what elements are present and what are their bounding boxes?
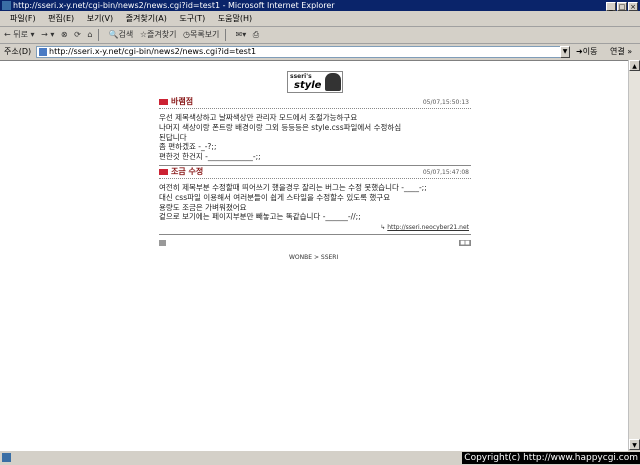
toolbar-separator bbox=[98, 28, 100, 41]
search-button[interactable]: 🔍검색 bbox=[109, 27, 134, 43]
print-icon[interactable]: ⎙ bbox=[253, 27, 259, 43]
name-tag-icon bbox=[159, 169, 168, 175]
credit-text: WONBE > SSERI bbox=[289, 254, 339, 261]
status-page-icon bbox=[2, 453, 11, 462]
logo-face-icon bbox=[325, 73, 341, 91]
window-title: http://sseri.x-y.net/cgi-bin/news2/news.… bbox=[13, 1, 335, 10]
menu-favorites[interactable]: 즐겨찾기(A) bbox=[126, 14, 167, 23]
scroll-up-icon[interactable]: ▲ bbox=[629, 60, 640, 71]
window-title-bar[interactable]: http://sseri.x-y.net/cgi-bin/news2/news.… bbox=[0, 0, 640, 11]
maximize-button[interactable]: □ bbox=[617, 2, 627, 11]
post-item: 바램점 05/07,15:50:13 우선 제목색상하고 날짜색상만 관리자 모… bbox=[159, 97, 471, 162]
post-date: 05/07,15:47:08 bbox=[422, 169, 469, 176]
name-tag-icon bbox=[159, 99, 168, 105]
address-bar: 주소(D) http://sseri.x-y.net/cgi-bin/news2… bbox=[0, 44, 640, 60]
refresh-icon[interactable]: ⟳ bbox=[74, 27, 81, 43]
page-icon bbox=[39, 48, 47, 56]
links-button[interactable]: 연결 » bbox=[610, 44, 632, 60]
post-author: 바램점 bbox=[171, 97, 194, 106]
menu-edit[interactable]: 편집(E) bbox=[48, 14, 74, 23]
link-icon: ↳ bbox=[380, 224, 386, 231]
address-url: http://sseri.x-y.net/cgi-bin/news2/news.… bbox=[49, 47, 257, 56]
menu-file[interactable]: 파일(F) bbox=[10, 14, 36, 23]
post-divider bbox=[159, 234, 471, 235]
page-viewport: sseri's style 바램점 05/07,15:50:13 우선 제목색상… bbox=[0, 60, 628, 451]
search-icon: 🔍 bbox=[108, 30, 119, 39]
go-button[interactable]: ➜이동 bbox=[576, 44, 597, 60]
address-dropdown-icon[interactable]: ▼ bbox=[560, 46, 570, 58]
close-button[interactable]: × bbox=[628, 2, 638, 11]
go-arrow-icon: ➜ bbox=[576, 47, 583, 56]
menu-bar: 파일(F) 편집(E) 보기(V) 즐겨찾기(A) 도구(T) 도움말(H) bbox=[0, 12, 640, 27]
vertical-scrollbar[interactable]: ▲ ▼ bbox=[628, 60, 640, 450]
post-header: 바램점 05/07,15:50:13 bbox=[159, 97, 471, 109]
footer-prev-icon[interactable] bbox=[159, 240, 166, 246]
toolbar-separator bbox=[224, 28, 226, 41]
mail-icon[interactable]: ✉▾ bbox=[236, 27, 247, 43]
forward-button[interactable]: → ▾ bbox=[41, 27, 54, 43]
history-icon: ◷ bbox=[182, 30, 190, 39]
address-input[interactable]: http://sseri.x-y.net/cgi-bin/news2/news.… bbox=[36, 46, 570, 58]
copyright-text: Copyright(c) http://www.happycgi.com bbox=[462, 452, 640, 464]
home-icon[interactable]: ⌂ bbox=[87, 27, 92, 43]
status-bar: Copyright(c) http://www.happycgi.com bbox=[0, 451, 640, 465]
post-body: 우선 제목색상하고 날짜색상만 관리자 모드에서 조절가능하구요 나머지 색상이… bbox=[159, 113, 402, 162]
post-divider bbox=[159, 165, 471, 166]
address-label: 주소(D) bbox=[4, 47, 32, 56]
scroll-down-icon[interactable]: ▼ bbox=[629, 439, 640, 450]
post-body: 여전히 제목부분 수정할때 띄어쓰기 했을경우 잘리는 버그는 수정 못했습니다… bbox=[159, 183, 427, 222]
post-header: 조금 수정 05/07,15:47:08 bbox=[159, 167, 471, 179]
post-item: 조금 수정 05/07,15:47:08 여전히 제목부분 수정할때 띄어쓰기 … bbox=[159, 167, 471, 222]
post-author: 조금 수정 bbox=[171, 167, 204, 176]
ie-logo-icon bbox=[2, 1, 11, 10]
menu-help[interactable]: 도움말(H) bbox=[218, 14, 252, 23]
post-date: 05/07,15:50:13 bbox=[422, 99, 469, 106]
menu-view[interactable]: 보기(V) bbox=[87, 14, 113, 23]
favorites-button[interactable]: ☆즐겨찾기 bbox=[140, 27, 177, 43]
star-icon: ☆ bbox=[139, 30, 147, 39]
back-button[interactable]: ← 뒤로 ▾ bbox=[4, 27, 35, 43]
history-button[interactable]: ◷목록보기 bbox=[183, 27, 219, 43]
stop-icon[interactable]: ⊗ bbox=[61, 27, 68, 43]
minimize-button[interactable]: _ bbox=[606, 2, 616, 11]
site-logo: sseri's style bbox=[287, 71, 343, 93]
footer-write-icon[interactable]: ■■ bbox=[459, 240, 471, 246]
toolbar: ← 뒤로 ▾ → ▾ ⊗ ⟳ ⌂ 🔍검색 ☆즐겨찾기 ◷목록보기 ✉▾ ⎙ bbox=[0, 27, 640, 44]
post-link[interactable]: ↳ http://sseri.neocyber21.net bbox=[380, 224, 469, 231]
menu-tools[interactable]: 도구(T) bbox=[179, 14, 205, 23]
